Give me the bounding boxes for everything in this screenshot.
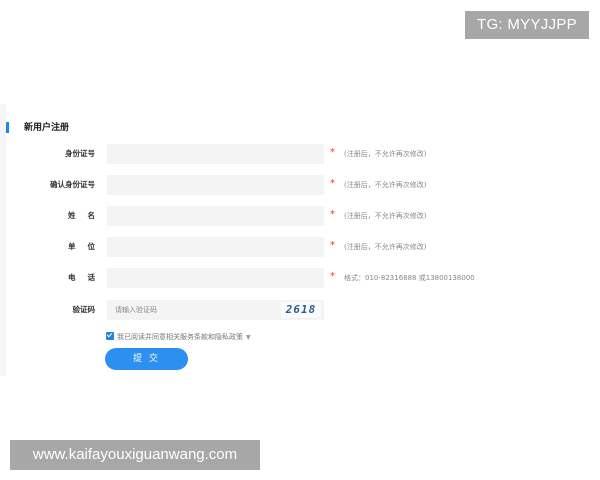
name-label: 姓名	[68, 211, 107, 220]
id-number-row: 身份证号 * (注册后，不允许再次修改)	[0, 144, 600, 164]
id-number-input[interactable]	[107, 144, 324, 164]
organization-row: 单位 * (注册后，不允许再次修改)	[0, 237, 600, 257]
required-marker: *	[330, 178, 335, 189]
submit-button[interactable]: 提 交	[105, 348, 188, 370]
name-input[interactable]	[107, 206, 324, 226]
required-marker: *	[330, 209, 335, 220]
name-row: 姓名 * (注册后，不允许再次修改)	[0, 206, 600, 226]
captcha-label: 验证码	[72, 305, 96, 314]
organization-input[interactable]	[107, 237, 324, 257]
organization-label: 单位	[68, 242, 107, 251]
registration-form: 新用户注册 身份证号 * (注册后，不允许再次修改) 确认身份证号 * (注册后…	[0, 104, 600, 376]
phone-row: 电话 * 格式：010-82316888 或13800138000	[0, 268, 600, 288]
site-watermark: www.kaifayouxiguanwang.com	[10, 440, 260, 470]
organization-hint: (注册后，不允许再次修改)	[344, 243, 427, 251]
title-accent-bar	[6, 122, 9, 133]
chevron-down-icon[interactable]: ▼	[246, 332, 251, 344]
tg-watermark: TG: MYYJJPP	[465, 11, 589, 39]
required-marker: *	[330, 147, 335, 158]
agreement-text: 我已阅读并同意相关服务条款和隐私政策	[117, 333, 243, 341]
form-title: 新用户注册	[24, 123, 70, 133]
agreement-checkbox[interactable]	[106, 332, 114, 340]
required-marker: *	[330, 271, 335, 282]
name-hint: (注册后，不允许再次修改)	[344, 212, 427, 220]
captcha-image[interactable]: 2618	[281, 302, 321, 318]
phone-hint: 格式：010-82316888 或13800138000	[344, 274, 475, 282]
id-number-label: 身份证号	[65, 149, 95, 158]
confirm-id-number-input[interactable]	[107, 175, 324, 195]
phone-input[interactable]	[107, 268, 324, 288]
required-marker: *	[330, 240, 335, 251]
id-number-hint: (注册后，不允许再次修改)	[344, 150, 427, 158]
confirm-id-number-label: 确认身份证号	[50, 180, 95, 189]
confirm-id-number-row: 确认身份证号 * (注册后，不允许再次修改)	[0, 175, 600, 195]
confirm-id-number-hint: (注册后，不允许再次修改)	[344, 181, 427, 189]
phone-label: 电话	[68, 273, 107, 282]
agreement-row[interactable]: 我已阅读并同意相关服务条款和隐私政策 ▼	[106, 331, 251, 343]
captcha-row: 验证码 2618	[0, 300, 600, 320]
